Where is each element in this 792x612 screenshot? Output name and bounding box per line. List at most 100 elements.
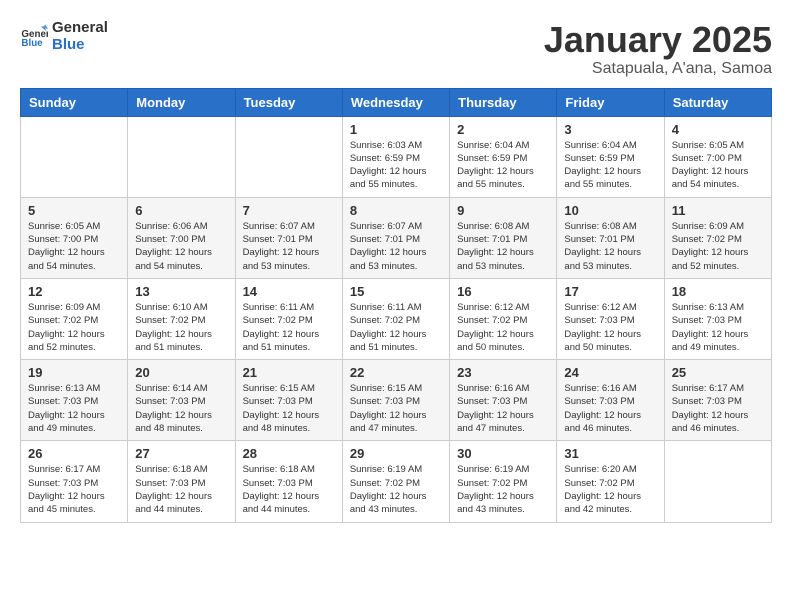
day-cell: 5 Sunrise: 6:05 AM Sunset: 7:00 PM Daylig… xyxy=(21,197,128,278)
day-info: Sunrise: 6:15 AM Sunset: 7:03 PM Dayligh… xyxy=(243,382,335,435)
week-row-0: 1 Sunrise: 6:03 AM Sunset: 6:59 PM Daylig… xyxy=(21,116,772,197)
day-number: 14 xyxy=(243,284,335,299)
week-row-4: 26 Sunrise: 6:17 AM Sunset: 7:03 PM Dayli… xyxy=(21,441,772,522)
day-cell: 21Sunrise: 6:15 AM Sunset: 7:03 PM Dayli… xyxy=(235,360,342,441)
day-number: 17 xyxy=(564,284,656,299)
day-number: 15 xyxy=(350,284,442,299)
weekday-header-saturday: Saturday xyxy=(664,88,771,116)
calendar: SundayMondayTuesdayWednesdayThursdayFrid… xyxy=(20,88,772,523)
day-cell xyxy=(235,116,342,197)
day-info: Sunrise: 6:16 AM Sunset: 7:03 PM Dayligh… xyxy=(457,382,549,435)
day-number: 18 xyxy=(672,284,764,299)
day-cell: 7 Sunrise: 6:07 AM Sunset: 7:01 PM Daylig… xyxy=(235,197,342,278)
day-number: 29 xyxy=(350,446,442,461)
day-cell: 26 Sunrise: 6:17 AM Sunset: 7:03 PM Dayli… xyxy=(21,441,128,522)
day-number: 24 xyxy=(564,365,656,380)
weekday-header-tuesday: Tuesday xyxy=(235,88,342,116)
day-info: Sunrise: 6:15 AM Sunset: 7:03 PM Dayligh… xyxy=(350,382,442,435)
logo: General Blue General Blue xyxy=(20,20,108,53)
day-info: Sunrise: 6:12 AM Sunset: 7:02 PM Dayligh… xyxy=(457,301,549,354)
day-info: Sunrise: 6:09 AM Sunset: 7:02 PM Dayligh… xyxy=(28,301,120,354)
weekday-header-wednesday: Wednesday xyxy=(342,88,449,116)
day-cell: 4Sunrise: 6:05 AM Sunset: 7:00 PM Daylig… xyxy=(664,116,771,197)
day-number: 13 xyxy=(135,284,227,299)
day-info: Sunrise: 6:19 AM Sunset: 7:02 PM Dayligh… xyxy=(457,463,549,516)
day-number: 12 xyxy=(28,284,120,299)
day-info: Sunrise: 6:08 AM Sunset: 7:01 PM Dayligh… xyxy=(457,220,549,273)
day-cell: 23Sunrise: 6:16 AM Sunset: 7:03 PM Dayli… xyxy=(450,360,557,441)
logo-blue-text: Blue xyxy=(52,37,108,54)
day-info: Sunrise: 6:18 AM Sunset: 7:03 PM Dayligh… xyxy=(135,463,227,516)
day-number: 28 xyxy=(243,446,335,461)
day-info: Sunrise: 6:19 AM Sunset: 7:02 PM Dayligh… xyxy=(350,463,442,516)
day-cell xyxy=(664,441,771,522)
day-cell: 15 Sunrise: 6:11 AM Sunset: 7:02 PM Dayli… xyxy=(342,278,449,359)
location-title: Satapuala, A'ana, Samoa xyxy=(544,60,772,78)
day-info: Sunrise: 6:05 AM Sunset: 7:00 PM Dayligh… xyxy=(28,220,120,273)
day-number: 20 xyxy=(135,365,227,380)
day-info: Sunrise: 6:04 AM Sunset: 6:59 PM Dayligh… xyxy=(564,139,656,192)
day-number: 9 xyxy=(457,203,549,218)
day-info: Sunrise: 6:10 AM Sunset: 7:02 PM Dayligh… xyxy=(135,301,227,354)
day-cell: 2 Sunrise: 6:04 AM Sunset: 6:59 PM Daylig… xyxy=(450,116,557,197)
day-number: 27 xyxy=(135,446,227,461)
day-cell: 31Sunrise: 6:20 AM Sunset: 7:02 PM Dayli… xyxy=(557,441,664,522)
week-row-1: 5 Sunrise: 6:05 AM Sunset: 7:00 PM Daylig… xyxy=(21,197,772,278)
day-cell xyxy=(128,116,235,197)
day-cell: 9 Sunrise: 6:08 AM Sunset: 7:01 PM Daylig… xyxy=(450,197,557,278)
day-cell: 29 Sunrise: 6:19 AM Sunset: 7:02 PM Dayli… xyxy=(342,441,449,522)
day-cell: 1 Sunrise: 6:03 AM Sunset: 6:59 PM Daylig… xyxy=(342,116,449,197)
day-number: 6 xyxy=(135,203,227,218)
logo-icon: General Blue xyxy=(20,23,48,51)
day-cell: 10 Sunrise: 6:08 AM Sunset: 7:01 PM Dayli… xyxy=(557,197,664,278)
day-cell: 16Sunrise: 6:12 AM Sunset: 7:02 PM Dayli… xyxy=(450,278,557,359)
day-cell: 20Sunrise: 6:14 AM Sunset: 7:03 PM Dayli… xyxy=(128,360,235,441)
day-cell: 8 Sunrise: 6:07 AM Sunset: 7:01 PM Daylig… xyxy=(342,197,449,278)
day-info: Sunrise: 6:17 AM Sunset: 7:03 PM Dayligh… xyxy=(28,463,120,516)
day-info: Sunrise: 6:17 AM Sunset: 7:03 PM Dayligh… xyxy=(672,382,764,435)
day-info: Sunrise: 6:03 AM Sunset: 6:59 PM Dayligh… xyxy=(350,139,442,192)
day-info: Sunrise: 6:16 AM Sunset: 7:03 PM Dayligh… xyxy=(564,382,656,435)
day-info: Sunrise: 6:04 AM Sunset: 6:59 PM Dayligh… xyxy=(457,139,549,192)
day-info: Sunrise: 6:20 AM Sunset: 7:02 PM Dayligh… xyxy=(564,463,656,516)
day-info: Sunrise: 6:06 AM Sunset: 7:00 PM Dayligh… xyxy=(135,220,227,273)
title-area: January 2025 Satapuala, A'ana, Samoa xyxy=(544,20,772,78)
day-cell: 6 Sunrise: 6:06 AM Sunset: 7:00 PM Daylig… xyxy=(128,197,235,278)
weekday-header-sunday: Sunday xyxy=(21,88,128,116)
week-row-3: 19Sunrise: 6:13 AM Sunset: 7:03 PM Dayli… xyxy=(21,360,772,441)
day-cell: 28 Sunrise: 6:18 AM Sunset: 7:03 PM Dayli… xyxy=(235,441,342,522)
day-number: 7 xyxy=(243,203,335,218)
day-info: Sunrise: 6:08 AM Sunset: 7:01 PM Dayligh… xyxy=(564,220,656,273)
day-info: Sunrise: 6:11 AM Sunset: 7:02 PM Dayligh… xyxy=(243,301,335,354)
day-cell: 30Sunrise: 6:19 AM Sunset: 7:02 PM Dayli… xyxy=(450,441,557,522)
day-number: 8 xyxy=(350,203,442,218)
day-info: Sunrise: 6:07 AM Sunset: 7:01 PM Dayligh… xyxy=(350,220,442,273)
weekday-header-monday: Monday xyxy=(128,88,235,116)
header: General Blue General Blue January 2025 S… xyxy=(20,20,772,78)
day-cell: 22 Sunrise: 6:15 AM Sunset: 7:03 PM Dayli… xyxy=(342,360,449,441)
day-number: 25 xyxy=(672,365,764,380)
day-info: Sunrise: 6:13 AM Sunset: 7:03 PM Dayligh… xyxy=(28,382,120,435)
day-cell: 18Sunrise: 6:13 AM Sunset: 7:03 PM Dayli… xyxy=(664,278,771,359)
day-info: Sunrise: 6:18 AM Sunset: 7:03 PM Dayligh… xyxy=(243,463,335,516)
svg-text:Blue: Blue xyxy=(21,38,43,49)
day-number: 1 xyxy=(350,122,442,137)
day-cell xyxy=(21,116,128,197)
weekday-header-thursday: Thursday xyxy=(450,88,557,116)
day-number: 3 xyxy=(564,122,656,137)
day-info: Sunrise: 6:11 AM Sunset: 7:02 PM Dayligh… xyxy=(350,301,442,354)
day-cell: 27 Sunrise: 6:18 AM Sunset: 7:03 PM Dayli… xyxy=(128,441,235,522)
day-number: 10 xyxy=(564,203,656,218)
day-number: 5 xyxy=(28,203,120,218)
day-cell: 17Sunrise: 6:12 AM Sunset: 7:03 PM Dayli… xyxy=(557,278,664,359)
day-cell: 14 Sunrise: 6:11 AM Sunset: 7:02 PM Dayli… xyxy=(235,278,342,359)
day-info: Sunrise: 6:07 AM Sunset: 7:01 PM Dayligh… xyxy=(243,220,335,273)
week-row-2: 12 Sunrise: 6:09 AM Sunset: 7:02 PM Dayli… xyxy=(21,278,772,359)
day-number: 2 xyxy=(457,122,549,137)
day-number: 26 xyxy=(28,446,120,461)
day-cell: 25 Sunrise: 6:17 AM Sunset: 7:03 PM Dayli… xyxy=(664,360,771,441)
logo-general-text: General xyxy=(52,20,108,37)
day-number: 11 xyxy=(672,203,764,218)
day-number: 22 xyxy=(350,365,442,380)
day-cell: 11Sunrise: 6:09 AM Sunset: 7:02 PM Dayli… xyxy=(664,197,771,278)
